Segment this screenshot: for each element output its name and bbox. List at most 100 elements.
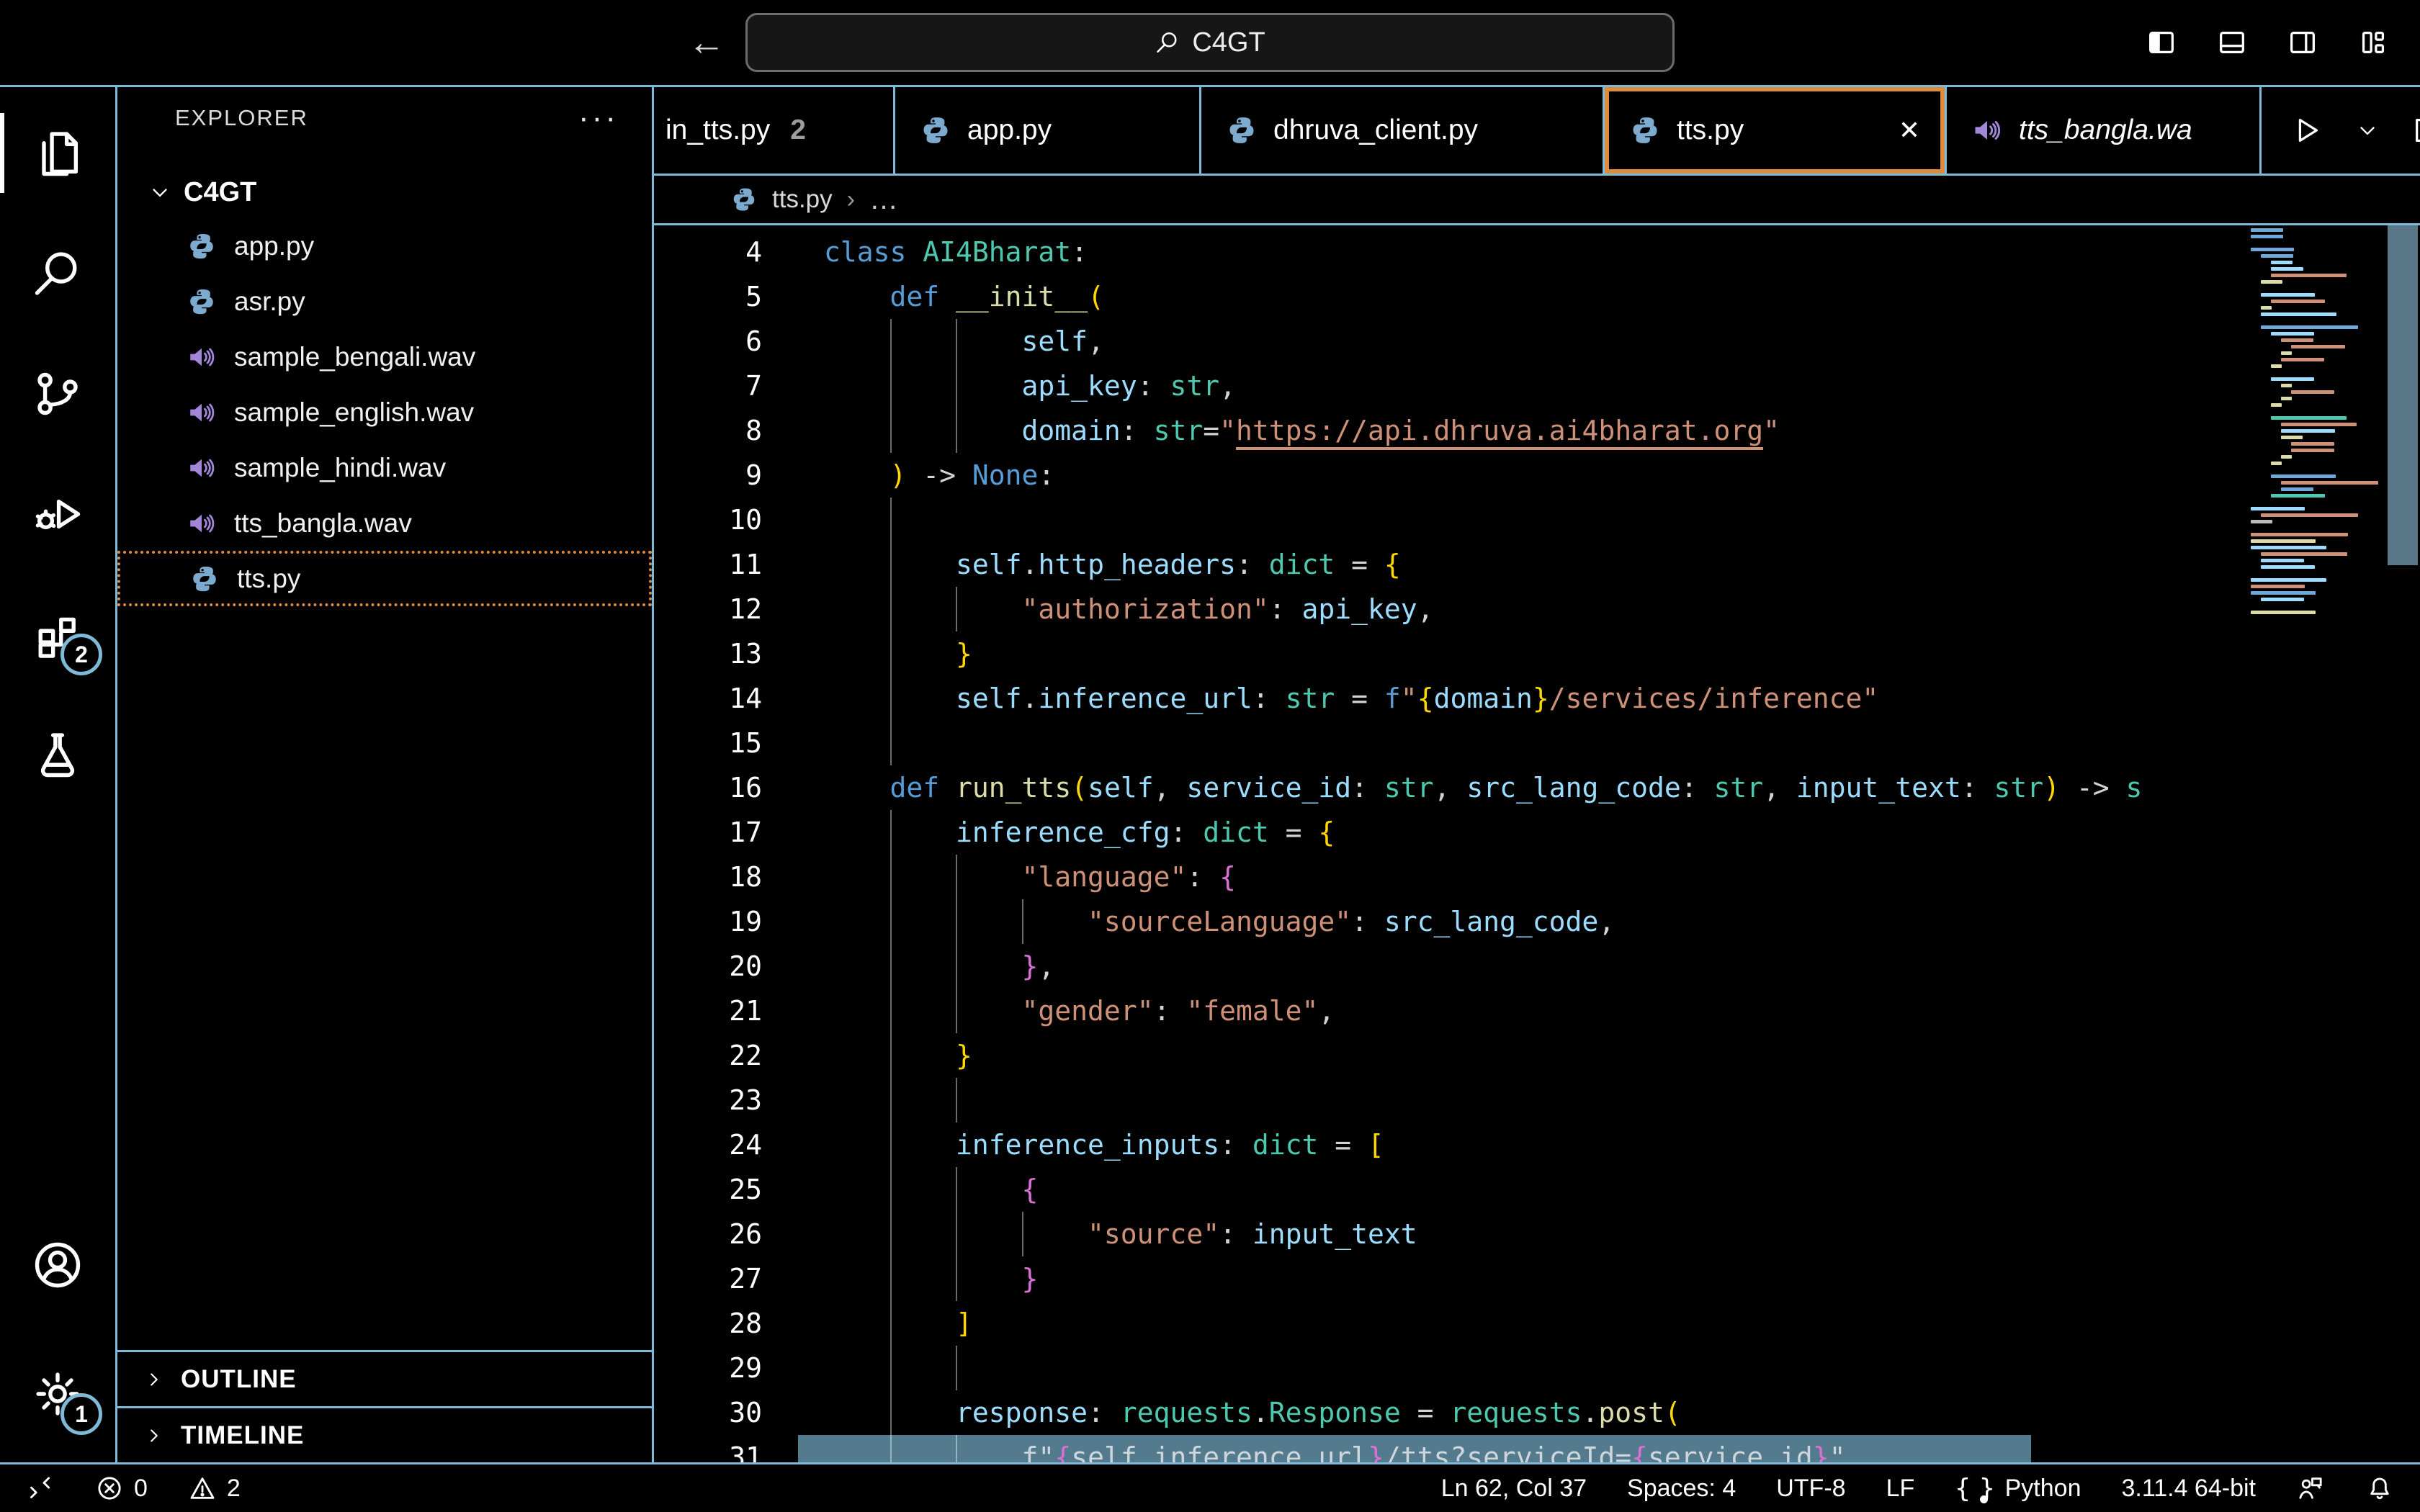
- command-center-search[interactable]: C4GT: [745, 13, 1675, 72]
- file-label: app.py: [234, 230, 315, 261]
- status-python-interpreter[interactable]: 3.11.4 64-bit: [2121, 1475, 2256, 1503]
- status-feedback[interactable]: [2296, 1474, 2325, 1503]
- indent-guide: [889, 1167, 892, 1212]
- activity-explorer-icon[interactable]: [0, 93, 115, 213]
- indent-guide: [889, 1301, 892, 1346]
- status-indentation[interactable]: Spaces: 4: [1627, 1475, 1736, 1503]
- line-number: 15: [729, 727, 762, 759]
- status-language-mode[interactable]: {} Python: [1955, 1474, 2081, 1503]
- tab-tts.py[interactable]: tts.py ✕: [1605, 87, 1947, 174]
- activity-search-icon[interactable]: [0, 213, 115, 333]
- indent-guide: [889, 855, 892, 899]
- code-line-13: 13 }: [654, 631, 2420, 676]
- indent-guide: [889, 1212, 892, 1256]
- code-line-6: 6 self,: [654, 319, 2420, 364]
- feedback-icon: [2296, 1474, 2325, 1503]
- code-line-11: 11 self.http_headers: dict = {: [654, 542, 2420, 587]
- status-text: Spaces: 4: [1627, 1474, 1736, 1502]
- status-warnings[interactable]: 2: [188, 1474, 241, 1503]
- sidebar-more-actions-icon[interactable]: ···: [578, 100, 619, 136]
- code-text: "language": {: [824, 855, 1236, 899]
- code-editor[interactable]: 4 class AI4Bharat: 5 def __init__(6 self, 7…: [654, 225, 2420, 1462]
- indent-guide: [1021, 1212, 1023, 1256]
- search-text: C4GT: [1192, 27, 1265, 58]
- activity-testing-icon[interactable]: [0, 694, 115, 814]
- tab-in_tts.py[interactable]: in_tts.py 2: [654, 87, 895, 174]
- run-icon[interactable]: [2290, 114, 2323, 147]
- layout-sidebar-left-icon[interactable]: [2145, 26, 2178, 59]
- python-file-icon: [920, 114, 951, 146]
- status-errors[interactable]: 0: [95, 1474, 148, 1503]
- indent-guide: [956, 364, 958, 408]
- python-file-icon: [1226, 114, 1258, 146]
- tab-app.py[interactable]: app.py: [895, 87, 1201, 174]
- status-cursor-position[interactable]: Ln 62, Col 37: [1441, 1475, 1587, 1503]
- tree-item-tts_bangla.wav[interactable]: tts_bangla.wav: [117, 495, 652, 551]
- activity-extensions-icon[interactable]: 2: [0, 574, 115, 694]
- code-line-31: 31 f"{self.inference_url}/tts?serviceId=…: [654, 1435, 2420, 1462]
- breadcrumb-more[interactable]: …: [869, 184, 898, 216]
- indent-guide: [956, 899, 958, 944]
- audio-file-icon: [187, 508, 217, 539]
- layout-panel-icon[interactable]: [2215, 26, 2249, 59]
- root-folder-label: C4GT: [184, 176, 257, 207]
- code-line-22: 22 }: [654, 1033, 2420, 1078]
- tree-item-tts.py[interactable]: tts.py: [117, 551, 652, 606]
- python-file-icon: [730, 186, 758, 213]
- code-text: def run_tts(self, service_id: str, src_l…: [889, 772, 2143, 804]
- sidebar-title: EXPLORER: [175, 105, 308, 130]
- status-text: 0: [134, 1474, 148, 1502]
- code-text: "gender": "female",: [824, 989, 1335, 1033]
- status-encoding[interactable]: UTF-8: [1776, 1475, 1845, 1503]
- python-file-icon: [1629, 114, 1661, 146]
- tree-item-sample_english.wav[interactable]: sample_english.wav: [117, 384, 652, 440]
- line-number: 16: [729, 772, 762, 804]
- code-line-19: 19 "sourceLanguage": src_lang_code,: [654, 899, 2420, 944]
- layout-customize-icon[interactable]: [2357, 26, 2390, 59]
- section-outline[interactable]: OUTLINE: [117, 1350, 652, 1406]
- audio-file-icon: [187, 453, 217, 483]
- code-text: f"{self.inference_url}/tts?serviceId={se…: [824, 1435, 1846, 1462]
- tab-label: tts.py: [1677, 114, 1744, 145]
- line-number: 31: [729, 1441, 762, 1462]
- minimap[interactable]: [2251, 228, 2384, 617]
- tree-item-sample_hindi.wav[interactable]: sample_hindi.wav: [117, 440, 652, 495]
- breadcrumb-file[interactable]: tts.py: [772, 185, 833, 214]
- tree-item-asr.py[interactable]: asr.py: [117, 274, 652, 329]
- code-text: self.http_headers: dict = {: [824, 542, 1401, 587]
- tree-item-sample_bengali.wav[interactable]: sample_bengali.wav: [117, 329, 652, 384]
- chevron-down-icon[interactable]: [2355, 118, 2380, 143]
- nav-back-icon[interactable]: ←: [688, 24, 725, 61]
- code-text: class AI4Bharat:: [824, 236, 1088, 268]
- close-icon[interactable]: ✕: [1899, 115, 1920, 145]
- scrollbar-slider[interactable]: [2388, 225, 2418, 565]
- split-editor-icon[interactable]: [2411, 114, 2420, 147]
- indent-guide: [956, 1435, 958, 1462]
- line-number: 9: [745, 459, 762, 491]
- indent-guide: [956, 1346, 958, 1390]
- line-number: 17: [729, 816, 762, 848]
- tab-dhruva_client.py[interactable]: dhruva_client.py: [1201, 87, 1605, 174]
- tab-label: app.py: [967, 114, 1052, 145]
- activity-account-icon[interactable]: [0, 1205, 115, 1325]
- status-eol[interactable]: LF: [1886, 1475, 1915, 1503]
- tab-tts_bangla.wa[interactable]: tts_bangla.wa: [1947, 87, 2262, 174]
- code-text: "sourceLanguage": src_lang_code,: [824, 899, 1615, 944]
- activity-settings-icon[interactable]: 1: [0, 1333, 115, 1454]
- code-text: "authorization": api_key,: [824, 587, 1434, 631]
- tree-root-folder[interactable]: C4GT: [117, 166, 652, 218]
- layout-sidebar-right-icon[interactable]: [2286, 26, 2319, 59]
- code-line-8: 8 domain: str="https://api.dhruva.ai4bha…: [654, 408, 2420, 453]
- code-line-26: 26 "source": input_text: [654, 1212, 2420, 1256]
- line-number: 13: [729, 638, 762, 670]
- line-number: 23: [729, 1084, 762, 1116]
- section-timeline[interactable]: TIMELINE: [117, 1406, 652, 1462]
- chevron-down-icon: [148, 180, 172, 204]
- status-notifications[interactable]: [2365, 1474, 2394, 1503]
- tree-item-app.py[interactable]: app.py: [117, 218, 652, 274]
- indent-guide: [889, 587, 892, 631]
- indent-guide: [889, 498, 892, 542]
- activity-run-debug-icon[interactable]: [0, 454, 115, 574]
- activity-source-control-icon[interactable]: [0, 333, 115, 454]
- status-remote-indicator[interactable]: [26, 1474, 55, 1503]
